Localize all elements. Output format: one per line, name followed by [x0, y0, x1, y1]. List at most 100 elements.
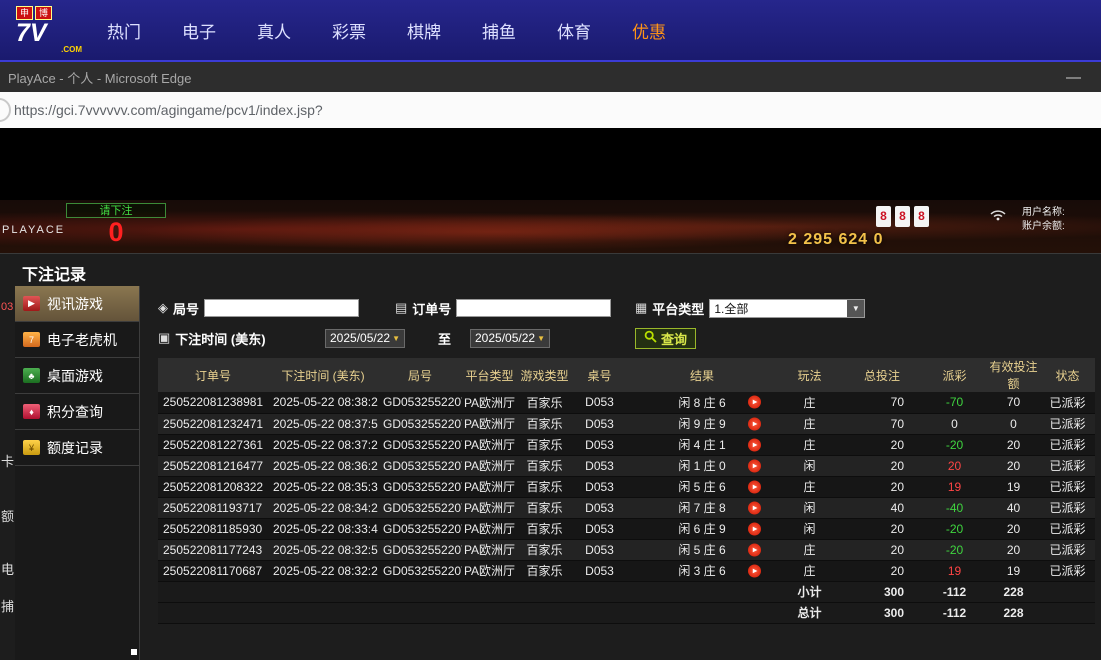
date-from-select[interactable]: 2025/05/22 ▼: [325, 329, 405, 348]
nav-item[interactable]: 真人: [257, 18, 291, 43]
nav-item[interactable]: 优惠: [632, 18, 666, 43]
cell-total-bet: 20: [842, 434, 922, 455]
address-bar[interactable]: https://gci.7vvvvvv.com/agingame/pcv1/in…: [0, 92, 1101, 128]
cell-round: GD053255220TR: [378, 476, 462, 497]
cell-platform: PA欧洲厅: [462, 539, 517, 560]
sidebar-item[interactable]: 7 电子老虎机: [15, 322, 139, 358]
sidebar-item-label: 视讯游戏: [47, 294, 103, 314]
sidebar-item-label: 额度记录: [47, 438, 103, 458]
underlay-label: 电: [1, 559, 14, 578]
nav-item[interactable]: 彩票: [332, 18, 366, 43]
order-input[interactable]: [456, 299, 611, 317]
play-button[interactable]: ▶: [748, 543, 761, 556]
sidebar-item[interactable]: ♦ 积分查询: [15, 394, 139, 430]
result-text: 闲 1 庄 0: [678, 459, 725, 473]
cell-order-id: 250522081185930: [158, 518, 268, 539]
promo-navbar: 申 博 7V .COM 热门 电子 真人 彩票 棋牌 捕鱼 体育 优惠: [0, 0, 1101, 62]
summary-valid-bet: 228: [987, 602, 1040, 623]
underlay-edge: 03卡额电捕: [0, 286, 15, 660]
card-row: 888: [876, 206, 929, 227]
play-button[interactable]: ▶: [748, 459, 761, 472]
cell-table-no: D053: [572, 539, 627, 560]
cell-payout: 19: [922, 560, 987, 581]
cell-play: 闲: [777, 497, 842, 518]
reload-icon[interactable]: [0, 98, 11, 122]
cell-table-no: D053: [572, 560, 627, 581]
status-badge: 已派彩: [1040, 497, 1095, 518]
cell-payout: -20: [922, 518, 987, 539]
cell-time: 2025-05-22 08:38:24: [268, 392, 378, 413]
nav-item[interactable]: 体育: [557, 18, 591, 43]
summary-label: 小计: [777, 581, 842, 602]
cell-game: 百家乐: [517, 434, 572, 455]
table-row: 250522081208322 2025-05-22 08:35:39 GD05…: [158, 476, 1095, 497]
play-button[interactable]: ▶: [748, 417, 761, 430]
chevron-down-icon[interactable]: ▼: [847, 300, 864, 317]
platform-select[interactable]: 1.全部 ▼: [709, 299, 865, 318]
cell-play: 闲: [777, 518, 842, 539]
sidebar-item[interactable]: ¥ 额度记录: [15, 430, 139, 466]
game-strip: PLAYACE 请下注 0 2 295 624 0 888 用户名称:账户余额:: [0, 200, 1101, 253]
time-label: 下注时间 (美东): [175, 329, 265, 348]
round-input[interactable]: [204, 299, 359, 317]
cell-table-no: D053: [572, 497, 627, 518]
date-from-wrap: 2025/05/22 ▼: [325, 326, 405, 350]
nav-item[interactable]: 热门: [107, 18, 141, 43]
cell-result: 闲 4 庄 1 ▶: [627, 434, 777, 455]
play-button[interactable]: ▶: [748, 522, 761, 535]
window-title: PlayAce - 个人 - Microsoft Edge: [8, 68, 192, 87]
table-row: 250522081170687 2025-05-22 08:32:22 GD05…: [158, 560, 1095, 581]
cell-time: 2025-05-22 08:32:57: [268, 539, 378, 560]
play-button[interactable]: ▶: [748, 564, 761, 577]
sidebar-item-icon: 7: [23, 332, 40, 347]
column-header: 桌号: [572, 358, 627, 392]
column-header: 下注时间 (美东): [268, 358, 378, 392]
content-area: ◈ 局号 ▤ 订单号 ▦ 平台类型 1.全部 ▼ ▣ 下注时: [140, 286, 1101, 660]
cell-result: 闲 5 庄 6 ▶: [627, 476, 777, 497]
sidebar-item[interactable]: ♣ 桌面游戏: [15, 358, 139, 394]
playace-brand: PLAYACE: [2, 224, 65, 236]
playing-card: 8: [876, 206, 891, 227]
play-button[interactable]: ▶: [748, 438, 761, 451]
cell-time: 2025-05-22 08:37:51: [268, 413, 378, 434]
search-wrap: 查询: [635, 326, 696, 350]
cell-play: 庄: [777, 476, 842, 497]
result-text: 闲 3 庄 6: [678, 564, 725, 578]
cell-platform: PA欧洲厅: [462, 518, 517, 539]
cell-round: GD053255220TS: [378, 455, 462, 476]
sidebar-item-label: 积分查询: [47, 402, 103, 422]
date-to-select[interactable]: 2025/05/22 ▼: [470, 329, 550, 348]
nav-item[interactable]: 捕鱼: [482, 18, 516, 43]
order-filter: ▤ 订单号: [395, 296, 611, 320]
search-icon: [644, 330, 657, 346]
nav-item[interactable]: 棋牌: [407, 18, 441, 43]
cell-order-id: 250522081227361: [158, 434, 268, 455]
play-button[interactable]: ▶: [748, 501, 761, 514]
cell-table-no: D053: [572, 476, 627, 497]
cell-table-no: D053: [572, 518, 627, 539]
search-button[interactable]: 查询: [635, 328, 696, 349]
status-badge: 已派彩: [1040, 434, 1095, 455]
cell-order-id: 250522081177243: [158, 539, 268, 560]
cell-game: 百家乐: [517, 476, 572, 497]
site-logo[interactable]: 申 博 7V .COM: [16, 6, 82, 53]
play-button[interactable]: ▶: [748, 396, 761, 409]
cell-platform: PA欧洲厅: [462, 413, 517, 434]
nav-item[interactable]: 电子: [182, 18, 216, 43]
cell-total-bet: 20: [842, 539, 922, 560]
cell-valid-bet: 40: [987, 497, 1040, 518]
play-button[interactable]: ▶: [748, 480, 761, 493]
cell-payout: -70: [922, 392, 987, 413]
bet-record-panel: 下注记录 03卡额电捕 ▶ 视讯游戏 7 电子老虎机 ♣ 桌面游戏 ♦ 积分查询: [0, 253, 1101, 660]
cell-platform: PA欧洲厅: [462, 560, 517, 581]
minimize-button[interactable]: —: [1066, 69, 1081, 86]
column-header: 总投注: [842, 358, 922, 392]
cell-game: 百家乐: [517, 392, 572, 413]
cell-total-bet: 20: [842, 455, 922, 476]
window-titlebar: PlayAce - 个人 - Microsoft Edge —: [0, 62, 1101, 92]
cell-order-id: 250522081208322: [158, 476, 268, 497]
column-header: 派彩: [922, 358, 987, 392]
result-text: 闲 4 庄 1: [678, 438, 725, 452]
cell-game: 百家乐: [517, 560, 572, 581]
sidebar-item[interactable]: ▶ 视讯游戏: [15, 286, 139, 322]
